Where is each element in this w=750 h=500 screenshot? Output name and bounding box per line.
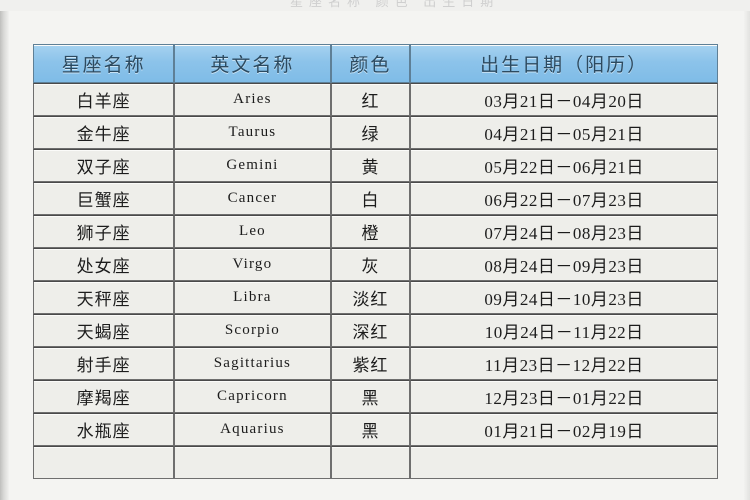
cell-color: 淡红 [330, 281, 411, 314]
cell-color: 橙 [330, 215, 411, 248]
scan-edge-left [0, 0, 9, 500]
cell-sign-name: 水瓶座 [33, 413, 175, 446]
cell-birthdate: 04月21日－05月21日 [410, 116, 718, 149]
table-row: 天秤座 Libra 淡红 09月24日－10月23日 [33, 281, 718, 314]
cell-sign-name: 白羊座 [33, 83, 175, 116]
cell-english-name: Leo [174, 215, 331, 248]
cell-color: 紫红 [330, 347, 411, 380]
cell-color: 红 [330, 83, 411, 116]
cell-clipped [33, 446, 175, 479]
column-header-color: 颜色 [330, 44, 411, 83]
cell-english-name: Virgo [174, 248, 331, 281]
zodiac-reference-table: 星座名称 英文名称 颜色 出生日期（阳历） 白羊座 Aries 红 03月21日－04… [33, 44, 718, 479]
cell-color: 黄 [330, 149, 411, 182]
cell-color: 白 [330, 182, 411, 215]
table-header-row: 星座名称 英文名称 颜色 出生日期（阳历） [33, 44, 718, 83]
table-row: 摩羯座 Capricorn 黑 12月23日－01月22日 [33, 380, 718, 413]
column-header-birthdate: 出生日期（阳历） [410, 44, 718, 83]
cell-english-name: Libra [174, 281, 331, 314]
cell-clipped [174, 446, 331, 479]
table-body: 白羊座 Aries 红 03月21日－04月20日 金牛座 Taurus 绿 04月21日－0… [33, 83, 718, 479]
scan-edge-right [744, 0, 750, 500]
cell-sign-name: 天蝎座 [33, 314, 175, 347]
cell-sign-name: 天秤座 [33, 281, 175, 314]
cell-birthdate: 06月22日－07月23日 [410, 182, 718, 215]
cell-birthdate: 03月21日－04月20日 [410, 83, 718, 116]
cell-english-name: Sagittarius [174, 347, 331, 380]
cell-birthdate: 12月23日－01月22日 [410, 380, 718, 413]
cell-sign-name: 双子座 [33, 149, 175, 182]
table-row: 处女座 Virgo 灰 08月24日－09月23日 [33, 248, 718, 281]
cell-english-name: Aquarius [174, 413, 331, 446]
cell-birthdate: 08月24日－09月23日 [410, 248, 718, 281]
cell-birthdate: 07月24日－08月23日 [410, 215, 718, 248]
table-row: 金牛座 Taurus 绿 04月21日－05月21日 [33, 116, 718, 149]
table-header: 星座名称 英文名称 颜色 出生日期（阳历） [33, 44, 718, 83]
table-row: 射手座 Sagittarius 紫红 11月23日－12月22日 [33, 347, 718, 380]
cell-color: 黑 [330, 380, 411, 413]
cell-english-name: Cancer [174, 182, 331, 215]
cell-color: 深红 [330, 314, 411, 347]
cell-color: 灰 [330, 248, 411, 281]
clipped-top-text-strip: 星座名称 颜色 出生日期 [0, 0, 750, 11]
table-row: 狮子座 Leo 橙 07月24日－08月23日 [33, 215, 718, 248]
cell-english-name: Capricorn [174, 380, 331, 413]
scanned-zodiac-table-page: 星座名称 颜色 出生日期 星座名称 英文名称 颜色 出生日期（阳历） 白羊座 Ar… [0, 0, 750, 500]
cell-sign-name: 摩羯座 [33, 380, 175, 413]
cell-english-name: Gemini [174, 149, 331, 182]
cell-color: 黑 [330, 413, 411, 446]
cell-english-name: Taurus [174, 116, 331, 149]
cell-sign-name: 狮子座 [33, 215, 175, 248]
cell-sign-name: 处女座 [33, 248, 175, 281]
column-header-english: 英文名称 [174, 44, 331, 83]
cell-birthdate: 10月24日－11月22日 [410, 314, 718, 347]
cell-sign-name: 巨蟹座 [33, 182, 175, 215]
table-row: 巨蟹座 Cancer 白 06月22日－07月23日 [33, 182, 718, 215]
table-row: 天蝎座 Scorpio 深红 10月24日－11月22日 [33, 314, 718, 347]
cell-english-name: Scorpio [174, 314, 331, 347]
cell-birthdate: 11月23日－12月22日 [410, 347, 718, 380]
table-row-clipped [33, 446, 718, 479]
clipped-top-text: 星座名称 颜色 出生日期 [290, 0, 500, 9]
table-row: 白羊座 Aries 红 03月21日－04月20日 [33, 83, 718, 116]
table-row: 水瓶座 Aquarius 黑 01月21日－02月19日 [33, 413, 718, 446]
cell-birthdate: 01月21日－02月19日 [410, 413, 718, 446]
cell-english-name: Aries [174, 83, 331, 116]
column-header-name: 星座名称 [33, 44, 175, 83]
cell-sign-name: 射手座 [33, 347, 175, 380]
cell-clipped [330, 446, 411, 479]
cell-birthdate: 09月24日－10月23日 [410, 281, 718, 314]
cell-sign-name: 金牛座 [33, 116, 175, 149]
cell-clipped [410, 446, 718, 479]
table-row: 双子座 Gemini 黄 05月22日－06月21日 [33, 149, 718, 182]
cell-color: 绿 [330, 116, 411, 149]
cell-birthdate: 05月22日－06月21日 [410, 149, 718, 182]
